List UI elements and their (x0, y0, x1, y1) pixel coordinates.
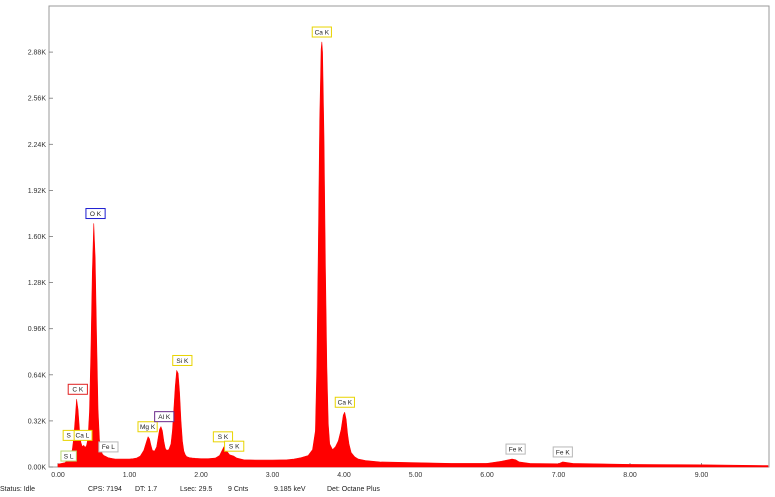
peak-label: Ca L (72, 429, 93, 441)
peak-label-text: S (66, 433, 71, 440)
y-tick-label: 0.00K (28, 465, 47, 472)
peak-label-text: Ca L (76, 433, 90, 440)
y-tick-label: 1.28K (28, 280, 47, 287)
peak-label-text: S K (229, 443, 240, 450)
dt-readout: DT: 1.7 (135, 486, 158, 493)
x-tick-label: 2.00 (194, 472, 208, 479)
peak-label-text: Fe K (556, 449, 570, 456)
peak-label-text: Ca K (315, 29, 330, 36)
peak-label-text: Fe K (509, 446, 523, 453)
x-tick-label: 3.00 (266, 472, 280, 479)
y-tick-label: 2.24K (28, 142, 47, 149)
peak-label-text: Mg K (140, 424, 156, 431)
peak-label: Fe K (552, 446, 573, 458)
eds-spectrum-chart: 0.00K 0.32K 0.64K 0.96K 1.28K 1.60K 1.92K 2.24K… (0, 0, 775, 485)
x-tick-label: 0.00 (51, 472, 65, 479)
x-tick-label: 8.00 (623, 472, 637, 479)
counts-readout: 9 Cnts (228, 486, 249, 493)
peak-label-text: Ca K (338, 400, 353, 407)
peak-label: Si K (172, 354, 193, 366)
peak-label: Fe L (98, 441, 119, 453)
peak-label: Al K (154, 411, 175, 423)
peak-label: Ca K (334, 396, 355, 408)
peak-label: S L (60, 450, 77, 462)
peak-label-text: Al K (158, 414, 171, 421)
spectrum-plot-svg: 0.00K 0.32K 0.64K 0.96K 1.28K 1.60K 1.92K 2.24K… (28, 5, 770, 479)
status-bar: Status: Idle CPS: 7194 DT: 1.7 Lsec: 29.… (0, 486, 775, 497)
peak-label-text: Fe L (102, 444, 115, 451)
kev-readout: 9.185 keV (274, 486, 306, 493)
peak-label: S (62, 429, 75, 441)
y-tick-label: 0.32K (28, 418, 47, 425)
peak-label-text: Si K (176, 358, 189, 365)
x-tick-label: 4.00 (337, 472, 351, 479)
y-tick-label: 2.88K (28, 50, 47, 57)
peak-label: Ca K (311, 26, 332, 38)
peak-label: Mg K (137, 421, 158, 433)
x-tick-label: 1.00 (123, 472, 137, 479)
y-tick-label: 0.64K (28, 372, 47, 379)
y-tick-label: 0.96K (28, 326, 47, 333)
x-tick-label: 9.00 (695, 472, 709, 479)
y-tick-label: 1.92K (28, 188, 47, 195)
peak-label-text: O K (90, 211, 102, 218)
detector-readout: Det: Octane Plus (327, 486, 380, 493)
x-tick-label: 5.00 (409, 472, 423, 479)
peak-label: S K (224, 440, 245, 452)
plot-frame (48, 5, 770, 468)
x-tick-label: 6.00 (480, 472, 494, 479)
cps-readout: CPS: 7194 (88, 486, 122, 493)
lsec-readout: Lsec: 29.5 (180, 486, 213, 493)
peak-label: C K (67, 383, 88, 395)
peak-label-text: C K (72, 387, 84, 394)
peak-label-text: S K (218, 434, 229, 441)
peak-label-text: S L (64, 453, 74, 460)
x-tick-label: 7.00 (552, 472, 566, 479)
y-tick-label: 1.60K (28, 234, 47, 241)
peak-label: O K (85, 208, 106, 220)
peak-label: Fe K (505, 443, 526, 455)
peak-label: S K (212, 431, 234, 443)
y-tick-label: 2.56K (28, 96, 47, 103)
status-text: Status: Idle (0, 486, 36, 493)
